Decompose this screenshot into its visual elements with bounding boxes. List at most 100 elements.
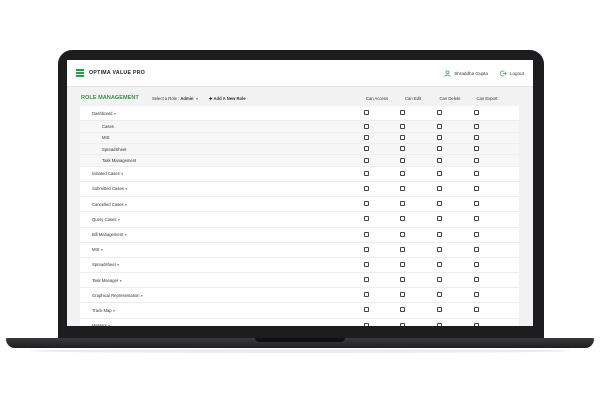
row-label[interactable]: Bill Management ▾ <box>92 232 127 237</box>
checkbox-can-delete[interactable] <box>437 292 442 298</box>
checkbox-can-export[interactable] <box>474 185 479 191</box>
checkbox-can-export[interactable] <box>474 261 479 267</box>
checkbox-can-export[interactable] <box>474 201 479 207</box>
checkbox-can-delete[interactable] <box>437 246 442 252</box>
checkbox-can-export[interactable] <box>474 277 479 283</box>
checkbox-can-access[interactable] <box>364 261 369 267</box>
row-label[interactable]: Query Cases ▾ <box>92 217 120 222</box>
row-label-text: Spreadsheet <box>92 262 116 268</box>
laptop-notch <box>255 338 345 342</box>
chevron-down-icon[interactable]: ▾ <box>121 172 123 176</box>
add-role-button[interactable]: ✚ Add A New Role <box>209 96 246 101</box>
checkbox-can-export[interactable] <box>474 170 479 176</box>
checkbox-can-export[interactable] <box>474 307 479 313</box>
chevron-down-icon[interactable]: ▾ <box>125 187 127 191</box>
checkbox-can-access[interactable] <box>364 307 369 313</box>
checkbox-can-access[interactable] <box>364 246 369 252</box>
checkbox-can-edit[interactable] <box>400 307 405 313</box>
chevron-down-icon[interactable]: ▾ <box>120 279 122 283</box>
checkbox-can-access[interactable] <box>364 146 369 152</box>
checkbox-can-export[interactable] <box>474 292 479 298</box>
row-label[interactable]: Cancelled Cases ▾ <box>92 202 127 207</box>
chevron-down-icon[interactable]: ▾ <box>125 233 127 237</box>
checkbox-can-delete[interactable] <box>437 322 442 326</box>
checkbox-can-edit[interactable] <box>400 261 405 267</box>
row-label[interactable]: Task Manager ▾ <box>92 278 122 283</box>
checkbox-can-delete[interactable] <box>437 123 442 129</box>
checkbox-can-edit[interactable] <box>400 216 405 222</box>
checkbox-can-delete[interactable] <box>437 157 442 163</box>
user-profile[interactable]: Shraddha Gupta <box>444 70 488 77</box>
checkbox-can-edit[interactable] <box>400 231 405 237</box>
row-label: MIS <box>102 135 109 140</box>
checkbox-can-access[interactable] <box>364 170 369 176</box>
row-label[interactable]: Track Map ▾ <box>92 308 115 313</box>
checkbox-can-access[interactable] <box>364 216 369 222</box>
row-label-text: Graphical Representation <box>92 292 140 298</box>
checkbox-can-export[interactable] <box>474 135 479 141</box>
main-content: ROLE MANAGEMENT Select a Role : Admin ▾ … <box>67 87 533 326</box>
checkbox-can-edit[interactable] <box>400 185 405 191</box>
checkbox-can-edit[interactable] <box>400 246 405 252</box>
checkbox-can-export[interactable] <box>474 123 479 129</box>
checkbox-can-edit[interactable] <box>400 170 405 176</box>
checkbox-can-edit[interactable] <box>400 135 405 141</box>
screen: OPTIMA VALUE PRO Shraddha Gupta Logout R… <box>67 60 533 326</box>
checkbox-can-delete[interactable] <box>437 307 442 313</box>
checkbox-can-delete[interactable] <box>437 261 442 267</box>
checkbox-can-delete[interactable] <box>437 170 442 176</box>
role-select[interactable]: Select a Role : Admin ▾ <box>152 96 198 101</box>
row-label[interactable]: Masters▾ <box>92 323 110 326</box>
checkbox-can-access[interactable] <box>364 322 369 326</box>
logout-button[interactable]: Logout <box>499 70 524 77</box>
checkbox-can-delete[interactable] <box>437 185 442 191</box>
checkbox-can-export[interactable] <box>474 110 479 115</box>
row-label[interactable]: Dashboard ▾ <box>92 111 116 116</box>
checkbox-can-export[interactable] <box>474 246 479 252</box>
chevron-down-icon[interactable]: ▾ <box>125 203 127 207</box>
checkbox-can-access[interactable] <box>364 292 369 298</box>
checkbox-can-edit[interactable] <box>400 123 405 129</box>
chevron-down-icon[interactable]: ▾ <box>114 112 116 116</box>
checkbox-can-export[interactable] <box>474 157 479 163</box>
checkbox-can-edit[interactable] <box>400 110 405 115</box>
checkbox-can-access[interactable] <box>364 110 369 115</box>
checkbox-can-access[interactable] <box>364 123 369 129</box>
hamburger-icon[interactable] <box>76 69 84 77</box>
checkbox-can-edit[interactable] <box>400 292 405 298</box>
checkbox-can-access[interactable] <box>364 185 369 191</box>
chevron-down-icon[interactable]: ▾ <box>141 294 143 298</box>
checkbox-can-delete[interactable] <box>437 135 442 141</box>
checkbox-can-edit[interactable] <box>400 146 405 152</box>
checkbox-can-access[interactable] <box>364 157 369 163</box>
checkbox-can-access[interactable] <box>364 277 369 283</box>
row-label[interactable]: MIS ▾ <box>92 247 103 252</box>
row-label[interactable]: Submitted Cases ▾ <box>92 186 127 191</box>
checkbox-can-export[interactable] <box>474 322 479 326</box>
row-label[interactable]: Spreadsheet ▾ <box>92 262 119 267</box>
checkbox-can-edit[interactable] <box>400 277 405 283</box>
checkbox-can-edit[interactable] <box>400 157 405 163</box>
checkbox-can-edit[interactable] <box>400 201 405 207</box>
checkbox-can-delete[interactable] <box>437 201 442 207</box>
checkbox-can-access[interactable] <box>364 135 369 141</box>
chevron-down-icon[interactable]: ▾ <box>108 324 110 326</box>
checkbox-can-edit[interactable] <box>400 322 405 326</box>
chevron-down-icon[interactable]: ▾ <box>113 309 115 313</box>
row-label[interactable]: Initiated Cases ▾ <box>92 171 123 176</box>
chevron-down-icon[interactable]: ▾ <box>101 248 103 252</box>
permission-row: Initiated Cases ▾ <box>80 167 519 182</box>
checkbox-can-delete[interactable] <box>437 277 442 283</box>
chevron-down-icon[interactable]: ▾ <box>117 263 119 267</box>
checkbox-can-delete[interactable] <box>437 231 442 237</box>
checkbox-can-delete[interactable] <box>437 110 442 115</box>
checkbox-can-access[interactable] <box>364 201 369 207</box>
chevron-down-icon[interactable]: ▾ <box>118 218 120 222</box>
row-label[interactable]: Graphical Representation ▾ <box>92 293 143 298</box>
checkbox-can-delete[interactable] <box>437 216 442 222</box>
checkbox-can-export[interactable] <box>474 231 479 237</box>
checkbox-can-delete[interactable] <box>437 146 442 152</box>
checkbox-can-export[interactable] <box>474 146 479 152</box>
checkbox-can-export[interactable] <box>474 216 479 222</box>
checkbox-can-access[interactable] <box>364 231 369 237</box>
